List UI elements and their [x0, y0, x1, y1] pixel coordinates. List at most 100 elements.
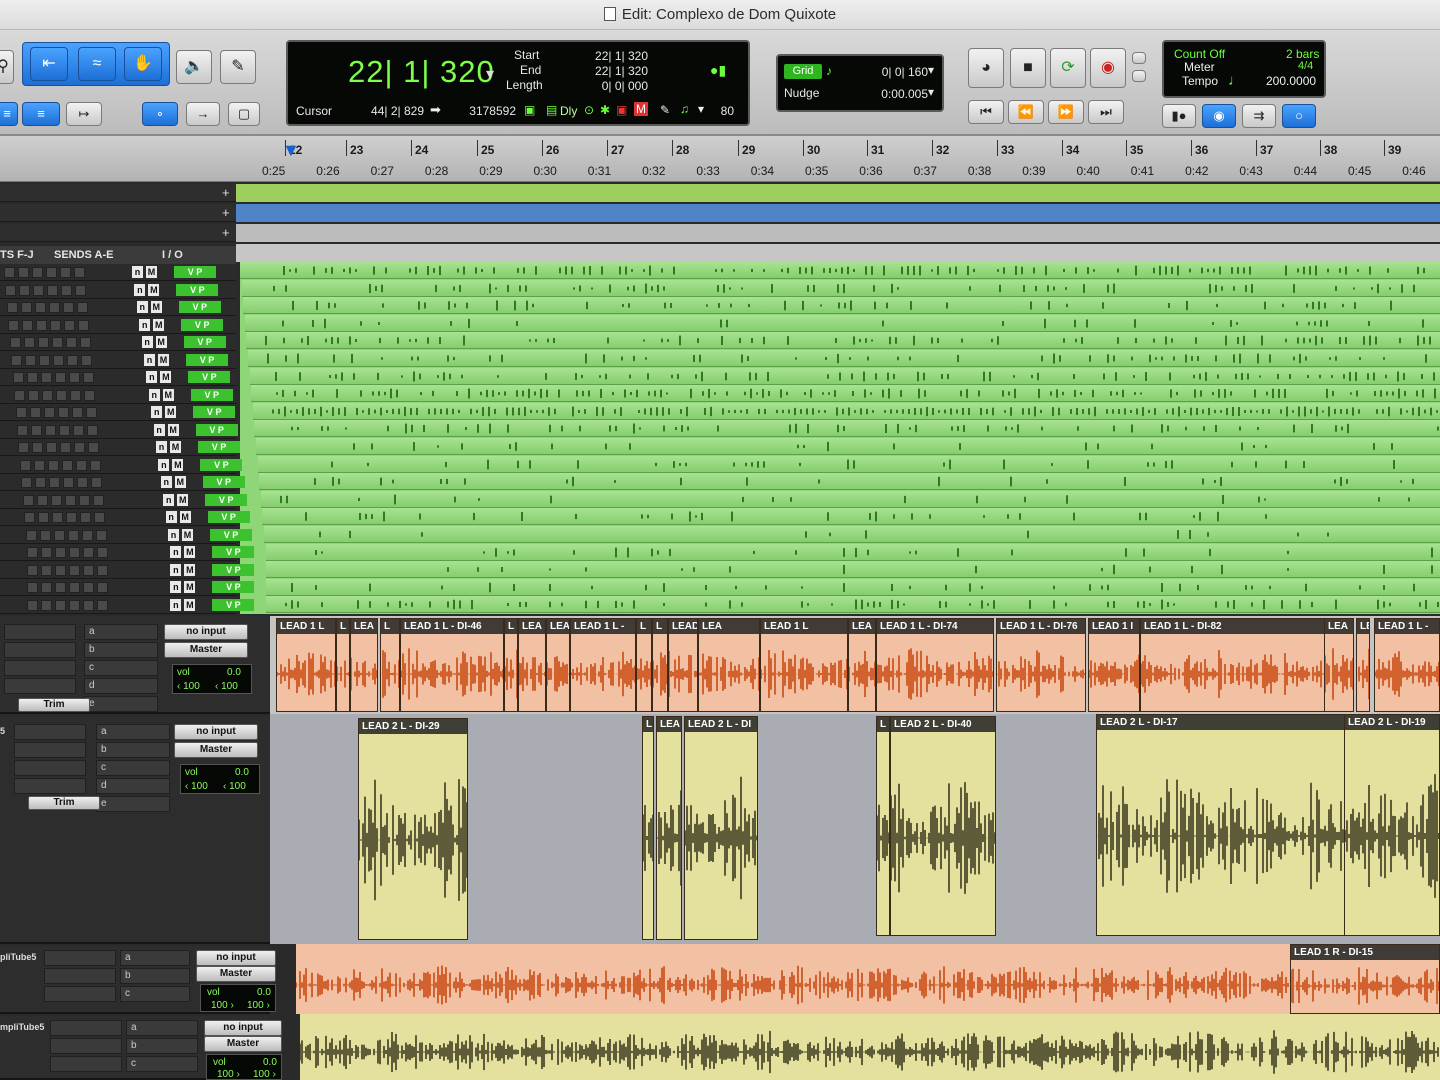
- mute-button[interactable]: M: [162, 388, 174, 401]
- insert-slot-button[interactable]: [14, 389, 26, 401]
- insert-slot-button[interactable]: [41, 564, 53, 576]
- send-b[interactable]: b: [96, 742, 170, 758]
- insert-slot-button[interactable]: [47, 284, 59, 296]
- input-selector[interactable]: no input: [204, 1020, 282, 1036]
- add-marker-icon[interactable]: +: [222, 185, 230, 200]
- edit-mode-icon[interactable]: ≡: [0, 102, 18, 126]
- pan-left-value[interactable]: ‹ 100: [177, 681, 200, 692]
- voice-io-indicator[interactable]: V P: [193, 406, 236, 418]
- vol-value[interactable]: 0.0: [227, 667, 241, 678]
- track-n-button[interactable]: n: [153, 423, 165, 436]
- mute-button[interactable]: M: [174, 476, 186, 488]
- wait-for-note-icon[interactable]: ◉: [1202, 104, 1236, 128]
- conductor-pencil-icon[interactable]: ✎: [660, 103, 670, 117]
- voice-io-indicator[interactable]: V P: [202, 476, 245, 488]
- end-value[interactable]: 22| 1| 320: [568, 64, 648, 78]
- voice-io-indicator[interactable]: V P: [205, 493, 248, 506]
- audio-clip[interactable]: LEA: [518, 618, 546, 712]
- zoom-icon[interactable]: ⚲: [0, 50, 14, 84]
- mute-button[interactable]: M: [184, 598, 196, 611]
- audio-clip[interactable]: LEAD 1 L - DI-82: [1140, 618, 1340, 712]
- pan-left-value[interactable]: ‹ 100: [185, 781, 208, 792]
- insert-slot-button[interactable]: [60, 267, 71, 278]
- audio-clip[interactable]: LEA: [698, 618, 760, 712]
- track-n-button[interactable]: n: [165, 511, 177, 523]
- count-off-bars[interactable]: 2 bars: [1286, 47, 1319, 61]
- mini-track-lane[interactable]: [256, 438, 1440, 455]
- insert-slot-button[interactable]: [74, 442, 86, 453]
- insert-slot-button[interactable]: [18, 442, 30, 453]
- voice-io-indicator[interactable]: V P: [212, 546, 255, 558]
- mini-track-header[interactable]: nM V P: [0, 316, 236, 334]
- insert-slot-button[interactable]: [77, 477, 89, 488]
- track-n-button[interactable]: n: [158, 458, 170, 471]
- tc-icon[interactable]: ✱: [600, 103, 610, 117]
- insert-slot-button[interactable]: [75, 284, 87, 296]
- counter-dropdown-icon[interactable]: ▾: [486, 64, 494, 84]
- volume-pan-display[interactable]: vol 0.0 100 › 100 ›: [206, 1054, 282, 1080]
- insert-slot-button[interactable]: [64, 319, 76, 331]
- insert-slot-button[interactable]: [25, 354, 37, 366]
- midi-merge-icon[interactable]: ▮●: [1162, 104, 1196, 128]
- send-d[interactable]: d: [96, 778, 170, 794]
- insert-slot-button[interactable]: [69, 547, 81, 558]
- audio-clip[interactable]: LEAD 1 L -: [570, 618, 636, 712]
- mute-button[interactable]: M: [160, 371, 172, 383]
- insert-slot[interactable]: [4, 624, 76, 640]
- insert-slot-button[interactable]: [23, 337, 35, 348]
- insert-slot-button[interactable]: [69, 564, 81, 576]
- mute-button[interactable]: M: [153, 318, 165, 331]
- insert-slot[interactable]: [14, 760, 86, 776]
- add-tempo-icon[interactable]: +: [222, 205, 230, 220]
- insert-slot[interactable]: [50, 1038, 122, 1054]
- insert-slot-button[interactable]: [68, 372, 80, 383]
- insert-slot[interactable]: [14, 724, 86, 740]
- spot-mode-icon[interactable]: ↦: [66, 102, 102, 126]
- voice-io-indicator[interactable]: V P: [210, 528, 252, 541]
- audio-clip[interactable]: LEAD 1 I: [1088, 618, 1140, 712]
- insert-slot-button[interactable]: [55, 564, 67, 576]
- insert-slot-button[interactable]: [83, 564, 95, 576]
- insert-slot-button[interactable]: [11, 354, 23, 366]
- send-b[interactable]: b: [126, 1038, 198, 1054]
- track-timeline-lead-2-r[interactable]: [300, 1014, 1440, 1080]
- voice-io-indicator[interactable]: V P: [200, 458, 243, 471]
- nudge-dropdown-icon[interactable]: ▾: [928, 85, 934, 99]
- mute-button[interactable]: M: [158, 353, 169, 366]
- click-note-icon[interactable]: ♫: [680, 102, 689, 116]
- insert-slot-button[interactable]: [18, 267, 29, 278]
- audio-clip[interactable]: L: [336, 618, 350, 712]
- add-meter-icon[interactable]: +: [222, 225, 230, 240]
- mini-track-lane[interactable]: [262, 508, 1440, 526]
- mute-button[interactable]: M: [146, 266, 157, 278]
- audio-clip[interactable]: LEAD 1 L - DI-46: [400, 618, 504, 712]
- input-selector[interactable]: no input: [164, 624, 248, 640]
- track-n-button[interactable]: n: [160, 476, 172, 488]
- note-dropdown-icon[interactable]: ▾: [698, 102, 704, 116]
- audio-clip[interactable]: LEA: [656, 716, 682, 940]
- mini-track-header[interactable]: nM V P: [0, 474, 245, 491]
- insert-slot[interactable]: [44, 986, 116, 1002]
- insert-slot-button[interactable]: [55, 599, 67, 611]
- mute-button[interactable]: M: [182, 528, 193, 541]
- insert-slot[interactable]: [44, 968, 116, 984]
- mini-track-header[interactable]: nM V P: [0, 561, 255, 579]
- insert-slot-button[interactable]: [97, 599, 109, 611]
- grid-value[interactable]: 0| 0| 160: [864, 65, 928, 79]
- insert-slot-button[interactable]: [53, 354, 65, 366]
- scroll-option-icon[interactable]: [1132, 52, 1146, 64]
- insert-slot-button[interactable]: [48, 302, 60, 313]
- marker-lane-blue[interactable]: +: [0, 204, 1440, 222]
- track-n-button[interactable]: n: [139, 318, 151, 331]
- insert-slot-button[interactable]: [53, 529, 65, 541]
- mini-track-lane[interactable]: [246, 332, 1440, 350]
- mute-button[interactable]: M: [184, 581, 196, 593]
- insert-slot-button[interactable]: [97, 564, 109, 576]
- volume-pan-display[interactable]: vol 0.0 100 › 100 ›: [200, 984, 276, 1012]
- insert-slot-button[interactable]: [39, 529, 51, 541]
- audio-clip[interactable]: LEAD 1 L - DI-74: [876, 618, 994, 712]
- track-n-button[interactable]: n: [134, 283, 146, 296]
- mute-button[interactable]: M: [150, 301, 162, 313]
- mute-button[interactable]: M: [167, 423, 179, 436]
- insert-slot-button[interactable]: [41, 547, 53, 558]
